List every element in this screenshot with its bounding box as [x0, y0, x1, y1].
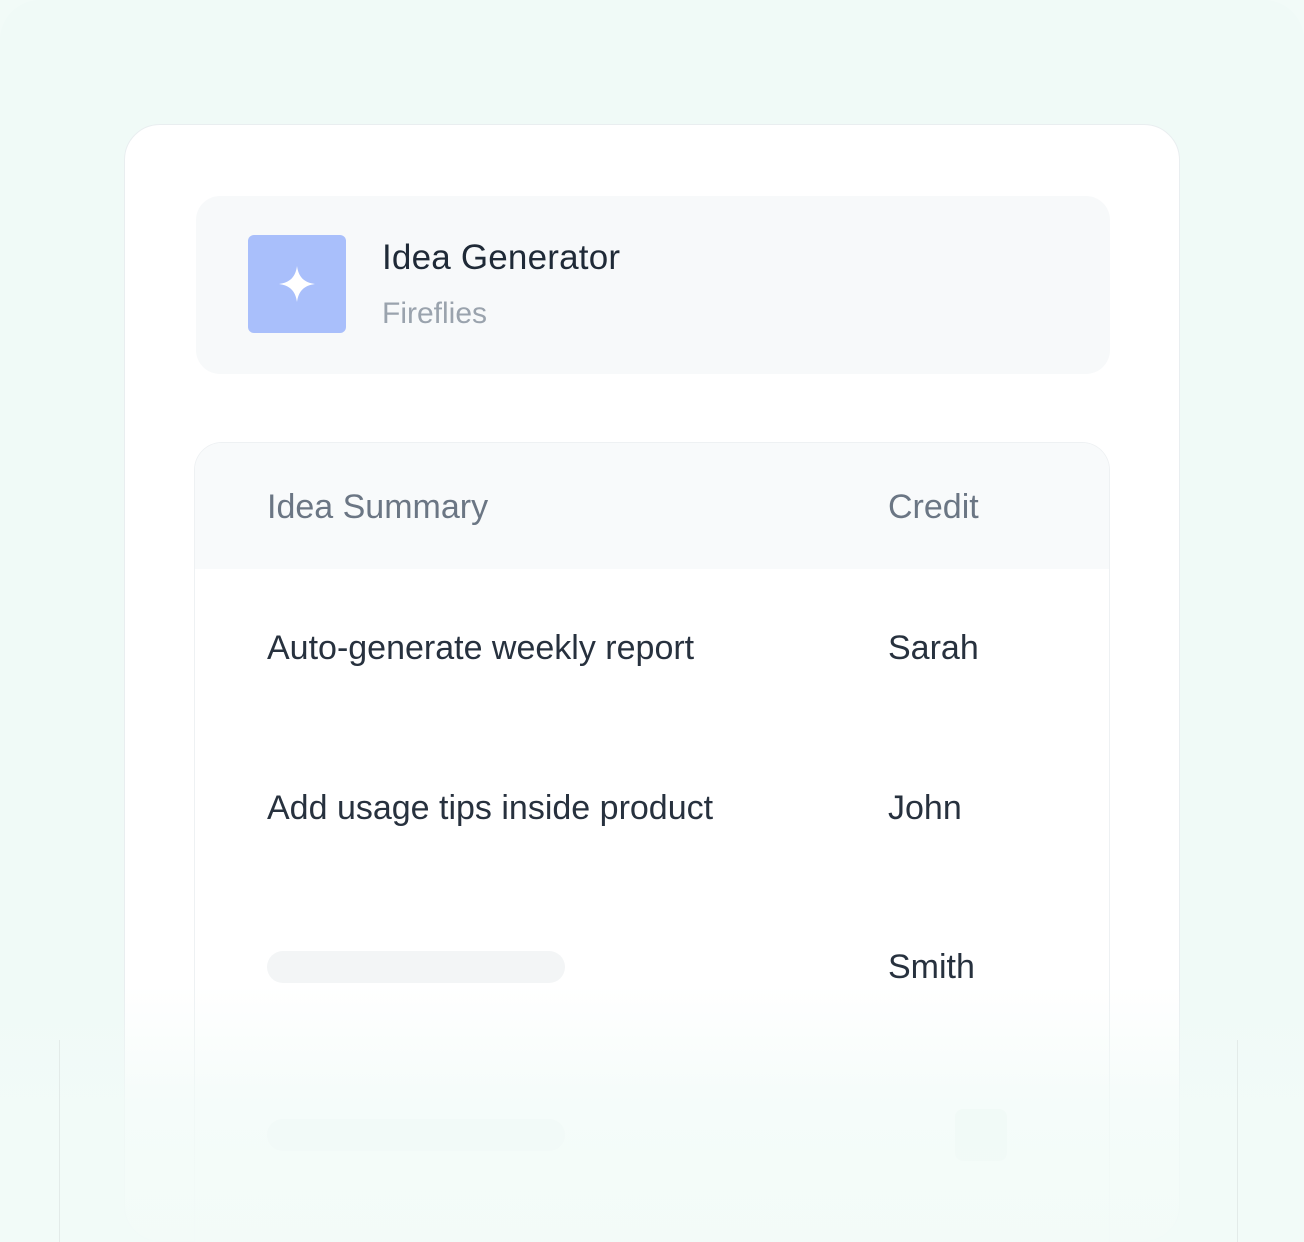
column-header-summary: Idea Summary	[267, 488, 489, 526]
app-icon-tile	[248, 235, 346, 333]
row-1-summary: Auto-generate weekly report	[267, 629, 695, 667]
table-header: Idea Summary Credit	[195, 443, 1109, 569]
row-3-credit: Smith	[888, 948, 975, 986]
row-2-summary: Add usage tips inside product	[267, 789, 714, 827]
row-3-summary-placeholder	[267, 951, 565, 983]
right-edge-line	[1237, 1040, 1238, 1242]
sparkle-icon	[279, 266, 315, 302]
left-edge-line	[59, 1040, 60, 1242]
row-2-credit: John	[888, 789, 962, 827]
column-header-credit: Credit	[888, 488, 979, 526]
row-4-credit-placeholder	[955, 1109, 1007, 1161]
app-subtitle: Fireflies	[382, 297, 488, 330]
app-title: Idea Generator	[382, 238, 621, 277]
row-1-credit: Sarah	[888, 629, 979, 667]
row-4-summary-placeholder	[267, 1119, 565, 1151]
